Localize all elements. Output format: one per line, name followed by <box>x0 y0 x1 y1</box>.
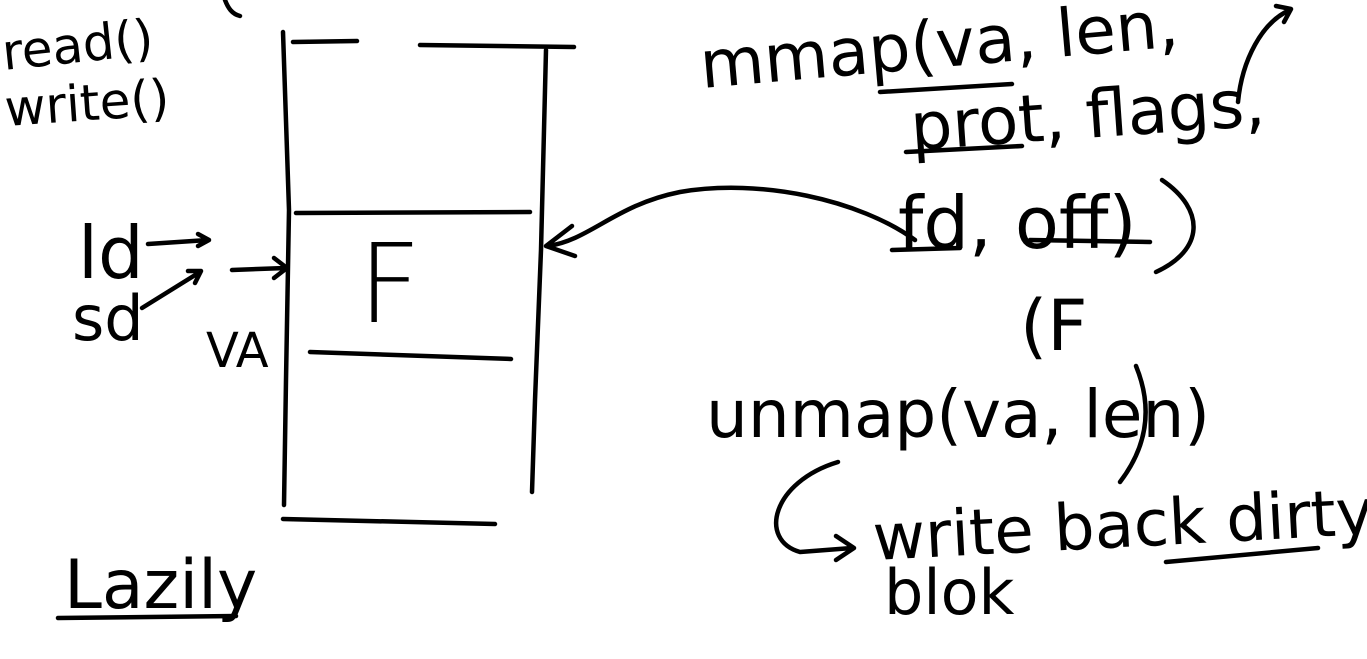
whiteboard-canvas: read() write() F ld sd VA Lazily mmap(va… <box>0 0 1367 629</box>
box-mid-bottom-divider <box>307 349 514 362</box>
box-bottom-edge <box>280 516 498 527</box>
memory-box: F <box>280 29 577 527</box>
ld-arrow <box>145 231 212 249</box>
off-underline <box>1027 237 1153 245</box>
write-call-label: write() <box>3 69 171 138</box>
region-f-label: F <box>358 220 421 348</box>
file-hint: (F <box>1020 285 1088 367</box>
partial-stroke-top <box>222 0 243 19</box>
file-hint-label: (F <box>1020 285 1088 367</box>
box-top-edge <box>290 38 577 50</box>
va-arrow <box>229 255 290 281</box>
mmap-to-region-arrow <box>543 185 918 259</box>
load-store-labels: ld sd VA <box>72 211 290 379</box>
sd-label: sd <box>72 282 144 355</box>
sd-arrow <box>139 268 204 311</box>
lazily-note: Lazily <box>55 546 257 625</box>
write-back-note: write back dirty blok <box>773 459 1367 629</box>
write-back-arrow <box>773 459 857 563</box>
fd-underline <box>889 245 963 253</box>
lazily-underline <box>55 613 239 621</box>
read-write-labels: read() write() <box>0 0 243 138</box>
va-label: VA <box>206 323 269 379</box>
box-mid-top-divider <box>293 209 533 216</box>
block-label: blok <box>884 556 1015 629</box>
unmap-label: unmap(va, len) <box>706 376 1210 453</box>
mmap-line-3: fd, off) <box>898 181 1137 265</box>
mmap-close-paren <box>1153 177 1196 275</box>
unmap-call: unmap(va, len) <box>706 363 1210 485</box>
mmap-call: mmap(va, len, prot, flags, fd, off) <box>697 0 1294 275</box>
lazily-label: Lazily <box>64 546 257 625</box>
box-right-edge <box>529 47 549 495</box>
